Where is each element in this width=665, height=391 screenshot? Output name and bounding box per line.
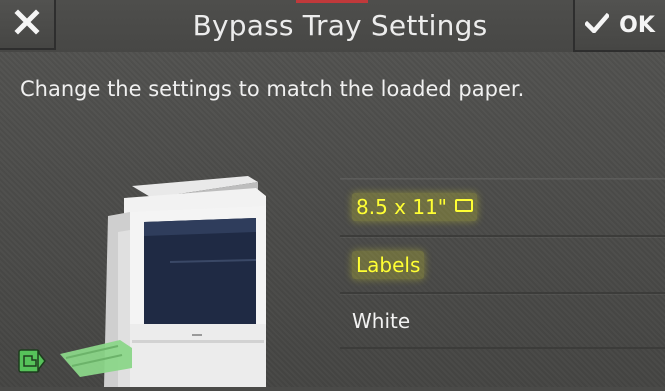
settings-list: 8.5 x 11" Labels White: [340, 178, 665, 349]
paper-type-value: Labels: [352, 250, 425, 279]
checkmark-icon: [583, 12, 611, 37]
title-bar: Bypass Tray Settings OK: [0, 0, 665, 52]
ok-label: OK: [619, 12, 655, 38]
close-button[interactable]: [0, 0, 56, 50]
screen: Bypass Tray Settings OK Change the setti…: [0, 0, 665, 387]
instruction-text: Change the settings to match the loaded …: [20, 77, 525, 101]
ok-button[interactable]: OK: [573, 0, 665, 52]
paper-size-row[interactable]: 8.5 x 11": [340, 178, 665, 235]
title-accent-bar: [296, 0, 368, 3]
paper-size-label: 8.5 x 11": [356, 195, 448, 219]
close-icon: [14, 9, 40, 39]
printer-illustration: [20, 172, 280, 387]
bypass-tray-icon: [18, 348, 46, 374]
paper-orientation-icon: [455, 199, 474, 212]
paper-size-value: 8.5 x 11": [352, 193, 478, 221]
paper-color-value: White: [352, 308, 411, 333]
paper-color-row[interactable]: White: [340, 292, 665, 349]
page-title: Bypass Tray Settings: [192, 9, 488, 42]
paper-type-row[interactable]: Labels: [340, 235, 665, 292]
